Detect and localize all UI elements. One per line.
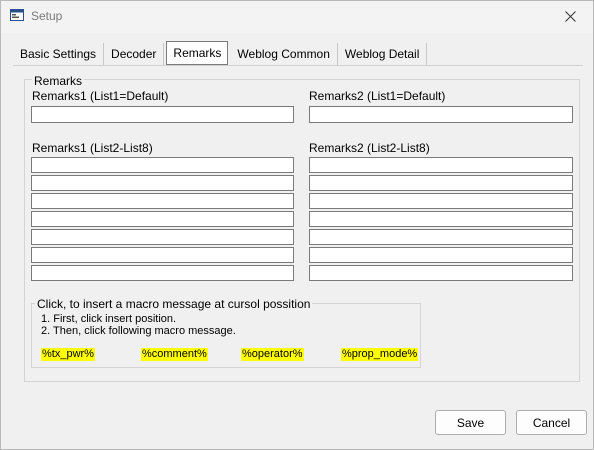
- close-button[interactable]: [547, 1, 593, 31]
- setup-window-icon: [10, 8, 24, 22]
- remarks2-list-field-8[interactable]: [309, 265, 573, 281]
- setup-window: Setup Basic Settings Decoder Remarks Web…: [0, 0, 594, 450]
- remarks1-default-field[interactable]: [31, 106, 294, 123]
- macro-prop-mode[interactable]: %prop_mode%: [341, 348, 419, 361]
- macro-step-1: 1. First, click insert position.: [41, 313, 177, 325]
- remarks2-default-label: Remarks2 (List1=Default): [309, 89, 446, 103]
- close-icon: [564, 10, 576, 22]
- title-bar: Setup: [1, 1, 593, 33]
- tab-decoder[interactable]: Decoder: [104, 43, 165, 65]
- remarks2-list-field-3[interactable]: [309, 175, 573, 191]
- tab-basic-settings[interactable]: Basic Settings: [13, 43, 105, 65]
- remarks1-list-label: Remarks1 (List2-List8): [32, 141, 153, 155]
- cancel-button[interactable]: Cancel: [516, 410, 587, 435]
- macro-title: Click, to insert a macro message at curs…: [35, 297, 313, 311]
- remarks1-list-field-4[interactable]: [31, 193, 294, 209]
- remarks1-list-field-3[interactable]: [31, 175, 294, 191]
- remarks1-list-field-7[interactable]: [31, 247, 294, 263]
- remarks2-default-field[interactable]: [309, 106, 573, 123]
- remarks-group-label: Remarks: [32, 74, 85, 88]
- tab-weblog-common[interactable]: Weblog Common: [230, 43, 338, 65]
- remarks2-list-field-6[interactable]: [309, 229, 573, 245]
- remarks2-list-field-4[interactable]: [309, 193, 573, 209]
- macro-step-2: 2. Then, click following macro message.: [41, 325, 236, 337]
- remarks1-list-field-2[interactable]: [31, 157, 294, 173]
- tab-weblog-detail[interactable]: Weblog Detail: [337, 43, 428, 65]
- macro-operator[interactable]: %operator%: [241, 348, 304, 361]
- remarks1-list-field-5[interactable]: [31, 211, 294, 227]
- window-title: Setup: [31, 9, 63, 23]
- macro-comment[interactable]: %comment%: [141, 348, 208, 361]
- remarks2-list-field-7[interactable]: [309, 247, 573, 263]
- remarks1-list-field-6[interactable]: [31, 229, 294, 245]
- remarks1-list-field-8[interactable]: [31, 265, 294, 281]
- tab-remarks[interactable]: Remarks: [166, 41, 229, 65]
- remarks2-list-field-5[interactable]: [309, 211, 573, 227]
- tab-strip: Basic Settings Decoder Remarks Weblog Co…: [13, 41, 428, 65]
- macro-tx-pwr[interactable]: %tx_pwr%: [41, 348, 95, 361]
- save-button[interactable]: Save: [435, 410, 506, 435]
- remarks2-list-field-2[interactable]: [309, 157, 573, 173]
- remarks2-list-label: Remarks2 (List2-List8): [309, 141, 430, 155]
- remarks1-default-label: Remarks1 (List1=Default): [32, 89, 169, 103]
